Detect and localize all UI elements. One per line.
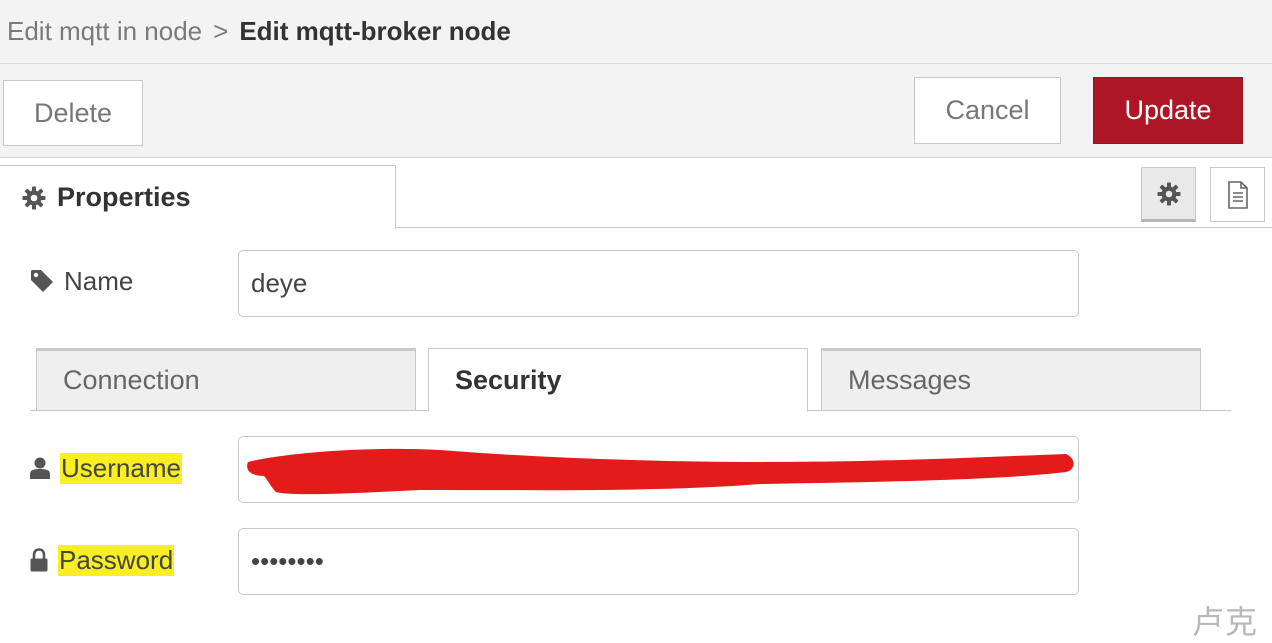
- breadcrumb-previous[interactable]: Edit mqtt in node: [7, 16, 202, 47]
- user-icon: [30, 457, 50, 479]
- tab-strip-divider: [395, 227, 1272, 228]
- tab-messages[interactable]: Messages: [821, 348, 1201, 411]
- gear-icon: [1157, 182, 1180, 205]
- lock-icon: [30, 548, 48, 572]
- tab-strip: Properties: [0, 159, 1272, 229]
- delete-button[interactable]: Delete: [3, 80, 143, 146]
- tab-properties[interactable]: Properties: [0, 165, 396, 229]
- password-label-row: Password: [30, 543, 175, 577]
- name-label-row: Name: [30, 264, 133, 298]
- cancel-button[interactable]: Cancel: [914, 77, 1061, 144]
- gear-icon: [22, 186, 46, 209]
- name-label: Name: [64, 265, 134, 296]
- breadcrumb-separator: >: [213, 16, 229, 46]
- username-label: Username: [60, 452, 182, 484]
- tab-connection[interactable]: Connection: [36, 348, 416, 411]
- username-label-row: Username: [30, 451, 182, 485]
- node-description-button[interactable]: [1210, 167, 1265, 222]
- password-label: Password: [58, 544, 175, 576]
- username-input[interactable]: [238, 436, 1079, 503]
- node-settings-button[interactable]: [1141, 167, 1196, 222]
- tab-properties-label: Properties: [57, 182, 191, 212]
- watermark-text: 卢克: [1192, 603, 1259, 641]
- file-text-icon: [1227, 180, 1248, 209]
- tab-security[interactable]: Security: [428, 348, 808, 412]
- page-title: Edit mqtt-broker node: [239, 16, 511, 46]
- update-button[interactable]: Update: [1093, 77, 1243, 144]
- dialog-toolbar: Delete Cancel Update: [0, 64, 1272, 158]
- dialog-title-bar: Edit mqtt in node > Edit mqtt-broker nod…: [0, 0, 1272, 64]
- name-input[interactable]: [238, 250, 1079, 317]
- tag-icon: [31, 270, 53, 292]
- password-input[interactable]: [238, 528, 1079, 595]
